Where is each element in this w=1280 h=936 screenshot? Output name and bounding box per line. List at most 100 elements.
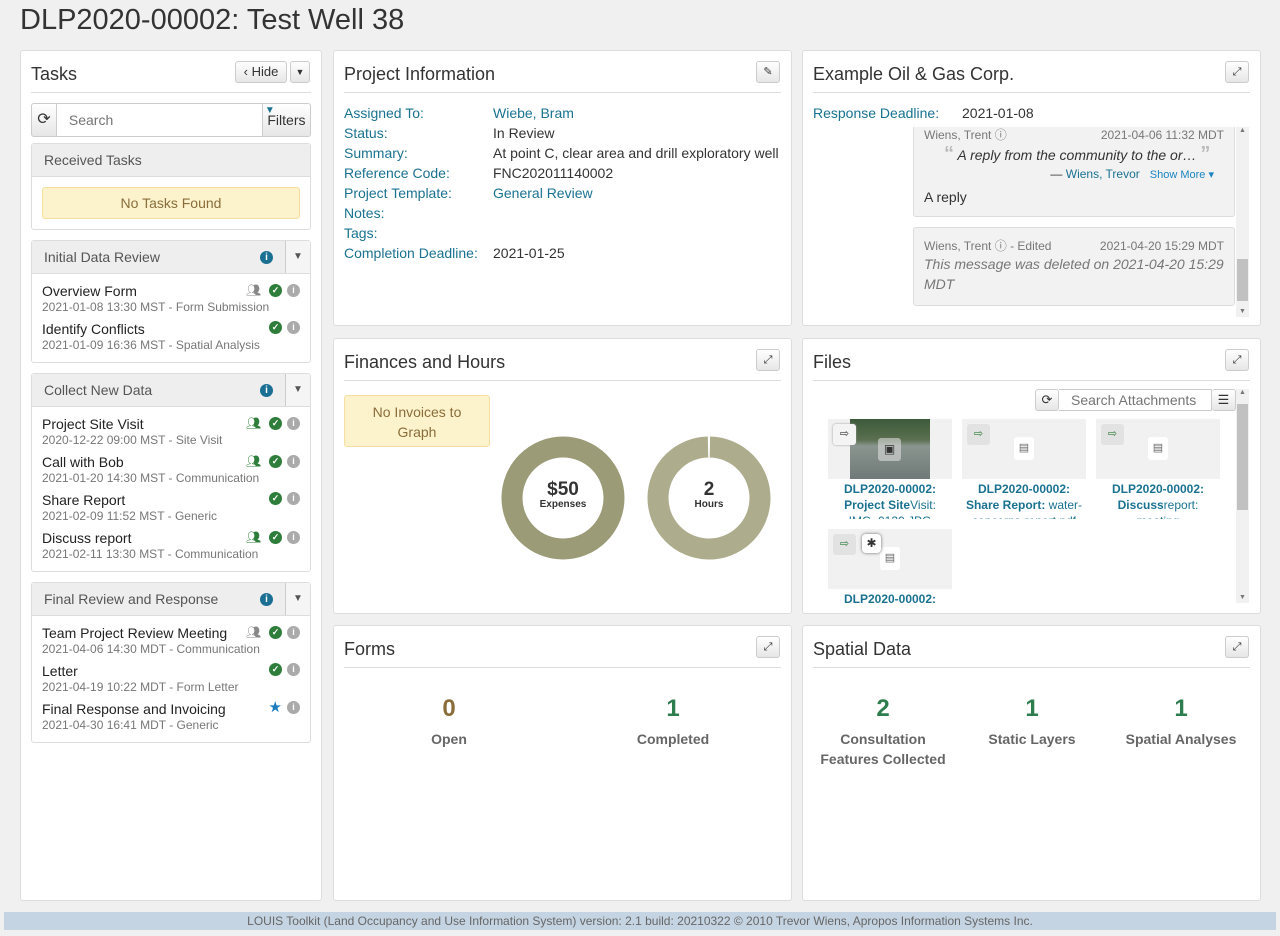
task-item[interactable]: Identify Conflicts 2021-01-09 16:36 MST -… xyxy=(42,320,300,352)
stat-count: 2 xyxy=(876,695,890,722)
received-tasks-header: Received Tasks xyxy=(32,144,310,177)
download-icon[interactable]: ⇨ xyxy=(833,534,856,555)
info-icon[interactable]: i xyxy=(287,663,300,676)
star-icon: ★ xyxy=(268,699,282,716)
expenses-label: Expenses xyxy=(539,499,587,510)
field-label: Notes: xyxy=(344,205,385,221)
form-stat[interactable]: 1 Completed xyxy=(598,694,748,749)
stat-count: 1 xyxy=(1174,695,1188,722)
expand-button[interactable]: ⤢ xyxy=(756,636,780,658)
task-group-header[interactable]: Collect New Data i ▼ xyxy=(32,374,310,407)
message-time: 2021-04-20 15:29 MDT xyxy=(1099,239,1224,253)
quote-close-icon: ” xyxy=(1200,143,1211,165)
task-search-input[interactable] xyxy=(56,103,263,137)
list-view-button[interactable]: ☰ xyxy=(1212,389,1236,411)
field-label: Assigned To: xyxy=(344,105,424,121)
info-icon[interactable]: i xyxy=(287,321,300,334)
hours-label: Hours xyxy=(694,499,724,510)
download-icon[interactable]: ⇨ xyxy=(1101,424,1124,445)
info-icon[interactable]: i xyxy=(287,283,300,297)
task-item[interactable]: Call with Bob 2021-01-20 14:30 MST - Comm… xyxy=(42,453,300,485)
info-icon[interactable]: i xyxy=(260,251,273,264)
info-icon[interactable]: i xyxy=(287,416,300,430)
field-value[interactable]: General Review xyxy=(493,183,593,203)
file-title[interactable]: DLP2020-00002: xyxy=(844,592,936,606)
task-group-header[interactable]: Final Review and Response i ▼ xyxy=(32,583,310,616)
attachments-search-input[interactable] xyxy=(1059,389,1212,411)
files-scrollbar[interactable]: ▲ ▼ xyxy=(1236,389,1249,603)
task-group-header[interactable]: Initial Data Review i ▼ xyxy=(32,241,310,274)
file-item[interactable]: ⇨▤DLP2020-00002: Discussreport: meeting xyxy=(1096,419,1220,519)
spatial-stat[interactable]: 1 Spatial Analyses xyxy=(1111,694,1251,749)
message-time: 2021-04-06 11:32 MDT xyxy=(1100,128,1224,142)
spatial-stat[interactable]: 1 Static Layers xyxy=(962,694,1102,749)
no-invoices-alert: No Invoices to Graph xyxy=(344,395,490,447)
info-icon[interactable]: i xyxy=(287,454,300,468)
message-author: Wiens, Trent xyxy=(924,128,992,142)
task-subtitle: 2021-02-09 11:52 MST - Generic xyxy=(42,509,217,523)
quote-author-link[interactable]: Wiens, Trevor xyxy=(1066,167,1140,181)
spatial-stat[interactable]: 2 Consultation Features Collected xyxy=(813,694,953,769)
expand-button[interactable]: ⤢ xyxy=(1225,349,1249,371)
task-subtitle: 2021-01-08 13:30 MST - Form Submission xyxy=(42,300,270,314)
task-item[interactable]: Discuss report 2021-02-11 13:30 MST - Com… xyxy=(42,529,300,561)
download-icon[interactable]: ⇨ xyxy=(833,424,856,445)
task-item[interactable]: Share Report 2021-02-09 11:52 MST - Gener… xyxy=(42,491,300,523)
show-more-link[interactable]: Show More ▾ xyxy=(1150,169,1214,181)
messages-scrollbar[interactable]: ▲ ▼ xyxy=(1236,127,1249,317)
field-value[interactable]: Wiebe, Bram xyxy=(493,103,574,123)
completed-check-icon: ✓ xyxy=(269,492,282,505)
task-item[interactable]: Final Response and Invoicing 2021-04-30 1… xyxy=(42,700,300,732)
expand-button[interactable]: ⤢ xyxy=(1225,61,1249,83)
form-stat[interactable]: 0 Open xyxy=(374,694,524,749)
group-menu-caret[interactable]: ▼ xyxy=(285,374,310,406)
edit-icon: ✎ xyxy=(763,66,773,78)
info-icon[interactable]: i xyxy=(287,492,300,505)
project-field: Completion Deadline: 2021-01-25 xyxy=(344,243,781,263)
task-group-title: Collect New Data xyxy=(44,382,153,398)
task-group-title: Final Review and Response xyxy=(44,591,219,607)
group-menu-caret[interactable]: ▼ xyxy=(285,583,310,615)
expand-button[interactable]: ⤢ xyxy=(1225,636,1249,658)
finances-title: Finances and Hours xyxy=(344,349,781,381)
organization-panel: Example Oil & Gas Corp. ⤢ Response Deadl… xyxy=(802,50,1261,326)
info-icon[interactable]: i xyxy=(287,530,300,544)
field-label: Tags: xyxy=(344,225,378,241)
task-item[interactable]: Overview Form 2021-01-08 13:30 MST - Form… xyxy=(42,282,300,314)
info-icon[interactable]: i xyxy=(260,384,273,397)
project-field: Project Template: General Review xyxy=(344,183,781,203)
info-icon[interactable]: i xyxy=(260,593,273,606)
task-name: Letter xyxy=(42,663,78,679)
hide-button[interactable]: ‹ Hide xyxy=(235,61,287,83)
edit-button[interactable]: ✎ xyxy=(756,61,780,83)
filters-button[interactable]: ▼Filters ▾ xyxy=(262,103,311,160)
refresh-button[interactable]: ⟳ xyxy=(31,103,57,137)
refresh-attachments-button[interactable]: ⟳ xyxy=(1035,389,1059,411)
field-label: Project Template: xyxy=(344,185,452,201)
stat-label: Consultation Features Collected xyxy=(820,731,946,767)
task-subtitle: 2020-12-22 09:00 MST - Site Visit xyxy=(42,433,223,447)
expand-button[interactable]: ⤢ xyxy=(756,349,780,371)
stat-count: 1 xyxy=(1025,695,1039,722)
task-item[interactable]: Letter 2021-04-19 10:22 MDT - Form Letter… xyxy=(42,662,300,694)
document-icon: ▤ xyxy=(1148,437,1168,460)
completed-check-icon: ✓ xyxy=(269,454,282,468)
file-item[interactable]: ⇨ ▤ ✱ DLP2020-00002: xyxy=(828,529,952,607)
task-item[interactable]: Team Project Review Meeting 2021-04-06 14… xyxy=(42,624,300,656)
group-menu-caret[interactable]: ▼ xyxy=(285,241,310,273)
hide-label: Hide xyxy=(251,64,279,79)
people-icon: 👥︎ xyxy=(246,454,262,468)
expand-icon: ⤢ xyxy=(1232,354,1242,366)
task-item[interactable]: Project Site Visit 2020-12-22 09:00 MST -… xyxy=(42,415,300,447)
message-author: Wiens, Trent xyxy=(924,239,992,253)
task-subtitle: 2021-01-09 16:36 MST - Spatial Analysis xyxy=(42,338,260,352)
info-icon[interactable]: i xyxy=(287,701,300,714)
message: Wiens, Trent ⓘ 2021-04-06 11:32 MDT “ A r… xyxy=(913,127,1235,217)
edited-label: - Edited xyxy=(1010,239,1052,253)
project-information-title: Project Information xyxy=(344,61,781,93)
info-icon[interactable]: i xyxy=(287,625,300,639)
file-item[interactable]: ⇨▤DLP2020-00002: Share Report: water-con… xyxy=(962,419,1086,519)
tasks-menu-caret[interactable]: ▼ xyxy=(290,61,310,83)
file-item[interactable]: ▣⇨DLP2020-00002: Project SiteVisit: IMG_… xyxy=(828,419,952,519)
download-icon[interactable]: ⇨ xyxy=(967,424,990,445)
